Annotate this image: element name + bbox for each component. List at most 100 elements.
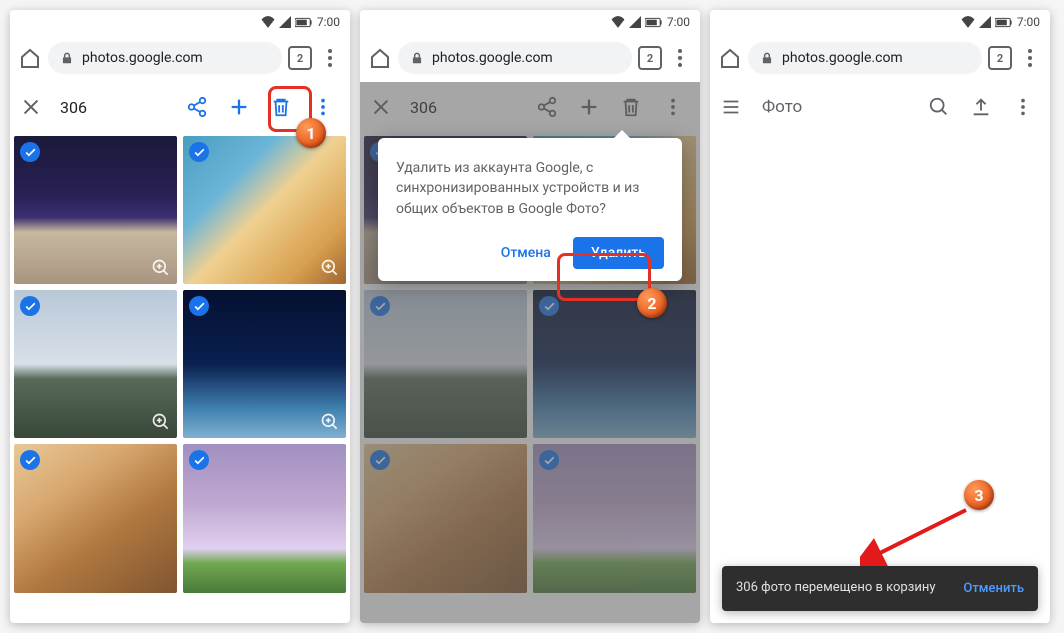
battery-icon: [645, 17, 663, 28]
trash-icon: [620, 96, 642, 118]
check-badge: [370, 450, 390, 470]
wifi-icon: [961, 16, 975, 28]
app-bar: Фото: [710, 82, 1050, 132]
url-text: photos.google.com: [782, 50, 903, 66]
browser-menu-icon[interactable]: [318, 46, 342, 70]
lock-icon: [410, 51, 424, 65]
home-icon[interactable]: [718, 46, 742, 70]
close-icon: [370, 96, 392, 118]
status-time: 7:00: [317, 15, 340, 29]
zoom-icon: [320, 258, 340, 278]
snackbar-text: 306 фото перемещено в корзину: [736, 580, 953, 597]
photo-thumb: [364, 290, 527, 438]
check-badge: [370, 296, 390, 316]
zoom-icon: [320, 412, 340, 432]
delete-button[interactable]: [264, 90, 298, 124]
share-icon: [536, 96, 558, 118]
snackbar: 306 фото перемещено в корзину Отменить: [722, 566, 1038, 611]
status-bar: 7:00: [10, 10, 350, 34]
url-box[interactable]: photos.google.com: [398, 42, 632, 74]
annotation-arrow: [860, 506, 970, 566]
check-badge: [20, 450, 40, 470]
battery-icon: [295, 17, 313, 28]
photo-thumb: [533, 290, 696, 438]
url-box[interactable]: photos.google.com: [748, 42, 982, 74]
phone-screen-1: 7:00 photos.google.com 2 306 1: [10, 10, 350, 623]
home-icon[interactable]: [368, 46, 392, 70]
add-button[interactable]: [222, 90, 256, 124]
zoom-icon: [151, 412, 171, 432]
status-time: 7:00: [667, 15, 690, 29]
browser-menu-icon[interactable]: [668, 46, 692, 70]
tab-counter[interactable]: 2: [638, 46, 662, 70]
search-icon: [928, 96, 950, 118]
status-bar: 7:00: [360, 10, 700, 34]
add-button: [572, 90, 606, 124]
browser-bar: photos.google.com 2: [10, 34, 350, 82]
delete-button: [614, 90, 648, 124]
selection-count: 306: [50, 98, 172, 117]
photo-thumb[interactable]: [183, 290, 346, 438]
share-button: [530, 90, 564, 124]
photo-thumb: [533, 444, 696, 592]
plus-icon: [578, 96, 600, 118]
snackbar-undo-button[interactable]: Отменить: [963, 581, 1024, 596]
photo-thumb[interactable]: [183, 444, 346, 592]
browser-menu-icon[interactable]: [1018, 46, 1042, 70]
zoom-icon: [151, 258, 171, 278]
photo-thumb: [364, 444, 527, 592]
delete-confirm-dialog: Удалить из аккаунта Google, с синхронизи…: [378, 138, 682, 281]
confirm-delete-button[interactable]: Удалить: [573, 237, 664, 269]
check-badge: [20, 296, 40, 316]
check-badge: [20, 142, 40, 162]
lock-icon: [760, 51, 774, 65]
photo-thumb[interactable]: [14, 136, 177, 284]
more-button: [656, 90, 690, 124]
check-badge: [189, 450, 209, 470]
page-title: Фото: [750, 97, 914, 117]
check-badge: [189, 142, 209, 162]
annotation-badge-3: 3: [964, 480, 994, 510]
dialog-buttons: Отмена Удалить: [396, 237, 664, 269]
check-badge: [539, 296, 559, 316]
wifi-icon: [611, 16, 625, 28]
url-text: photos.google.com: [432, 50, 553, 66]
url-box[interactable]: photos.google.com: [48, 42, 282, 74]
photo-thumb[interactable]: [14, 444, 177, 592]
upload-button[interactable]: [964, 90, 998, 124]
lock-icon: [60, 51, 74, 65]
upload-icon: [970, 96, 992, 118]
tab-counter[interactable]: 2: [988, 46, 1012, 70]
more-button[interactable]: [1006, 90, 1040, 124]
photo-thumb[interactable]: [14, 290, 177, 438]
photo-thumb[interactable]: [183, 136, 346, 284]
signal-icon: [279, 16, 291, 28]
trash-icon: [270, 96, 292, 118]
search-button[interactable]: [922, 90, 956, 124]
check-badge: [189, 296, 209, 316]
close-icon[interactable]: [20, 96, 42, 118]
hamburger-menu-icon[interactable]: [720, 96, 742, 118]
more-vertical-icon: [662, 96, 684, 118]
plus-icon: [228, 96, 250, 118]
browser-bar: photos.google.com 2: [360, 34, 700, 82]
url-text: photos.google.com: [82, 50, 203, 66]
home-icon[interactable]: [18, 46, 42, 70]
tab-counter[interactable]: 2: [288, 46, 312, 70]
signal-icon: [629, 16, 641, 28]
more-button[interactable]: [306, 90, 340, 124]
more-vertical-icon: [312, 96, 334, 118]
selection-action-bar: 306: [10, 82, 350, 132]
wifi-icon: [261, 16, 275, 28]
share-button[interactable]: [180, 90, 214, 124]
check-badge: [539, 450, 559, 470]
share-icon: [186, 96, 208, 118]
selection-count: 306: [400, 98, 522, 117]
status-bar: 7:00: [710, 10, 1050, 34]
browser-bar: photos.google.com 2: [710, 34, 1050, 82]
photo-grid: [10, 132, 350, 597]
dialog-text: Удалить из аккаунта Google, с синхронизи…: [396, 158, 664, 219]
signal-icon: [979, 16, 991, 28]
more-vertical-icon: [1012, 96, 1034, 118]
cancel-button[interactable]: Отмена: [491, 237, 561, 269]
